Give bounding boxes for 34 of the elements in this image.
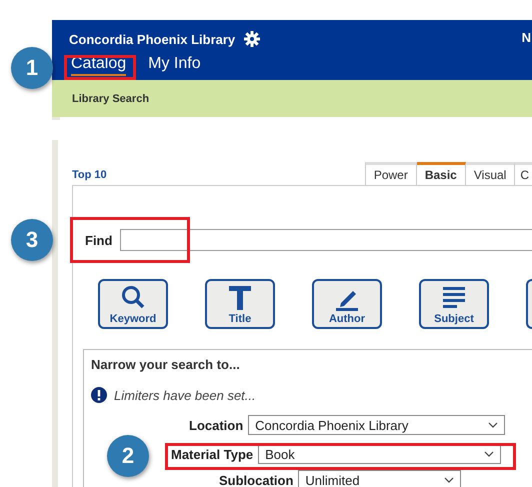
top-10-link[interactable]: Top 10 <box>72 169 107 181</box>
search-type-button[interactable] <box>526 279 532 329</box>
chevron-down-icon <box>488 422 498 428</box>
limiter-dropdown[interactable]: Concordia Phoenix Library <box>248 415 506 435</box>
limiter-label: Material Type <box>171 446 254 462</box>
letter-t-icon <box>226 284 254 312</box>
search-type-button[interactable]: Author <box>312 279 382 329</box>
header-text: N <box>522 30 531 45</box>
search-tab[interactable]: Basic <box>416 162 466 185</box>
library-title: Concordia Phoenix Library <box>69 32 236 46</box>
step-number-badge: 1 <box>11 47 53 89</box>
chevron-down-icon <box>484 451 494 457</box>
limiter-label: Sublocation <box>219 472 294 487</box>
search-tab[interactable]: Visual <box>466 162 516 185</box>
breadcrumb: Library Search <box>72 92 150 104</box>
section-title: Narrow your search to... <box>91 357 241 372</box>
nav-link[interactable]: My Info <box>148 55 201 76</box>
limiter-label: Location <box>189 418 244 432</box>
settings-icon[interactable] <box>244 31 260 47</box>
step-number-badge: 2 <box>107 435 149 477</box>
chevron-down-icon <box>444 477 454 483</box>
nav-link[interactable]: Catalog <box>71 55 126 76</box>
search-type-button[interactable]: Subject <box>419 279 489 329</box>
search-tab[interactable]: Power <box>364 162 417 185</box>
find-label: Find <box>85 232 112 248</box>
limiter-dropdown[interactable]: Unlimited <box>298 470 462 487</box>
highlight-frame <box>64 55 136 80</box>
limiters-notice: Limiters have been set... <box>114 388 256 402</box>
limiter-dropdown[interactable]: Book <box>258 444 502 464</box>
step-number-badge: 3 <box>11 219 53 261</box>
search-type-button[interactable]: Title <box>205 279 275 329</box>
exclamation-icon <box>91 387 107 403</box>
search-type-button[interactable]: Keyword <box>98 279 168 329</box>
find-input-field[interactable] <box>120 229 532 251</box>
